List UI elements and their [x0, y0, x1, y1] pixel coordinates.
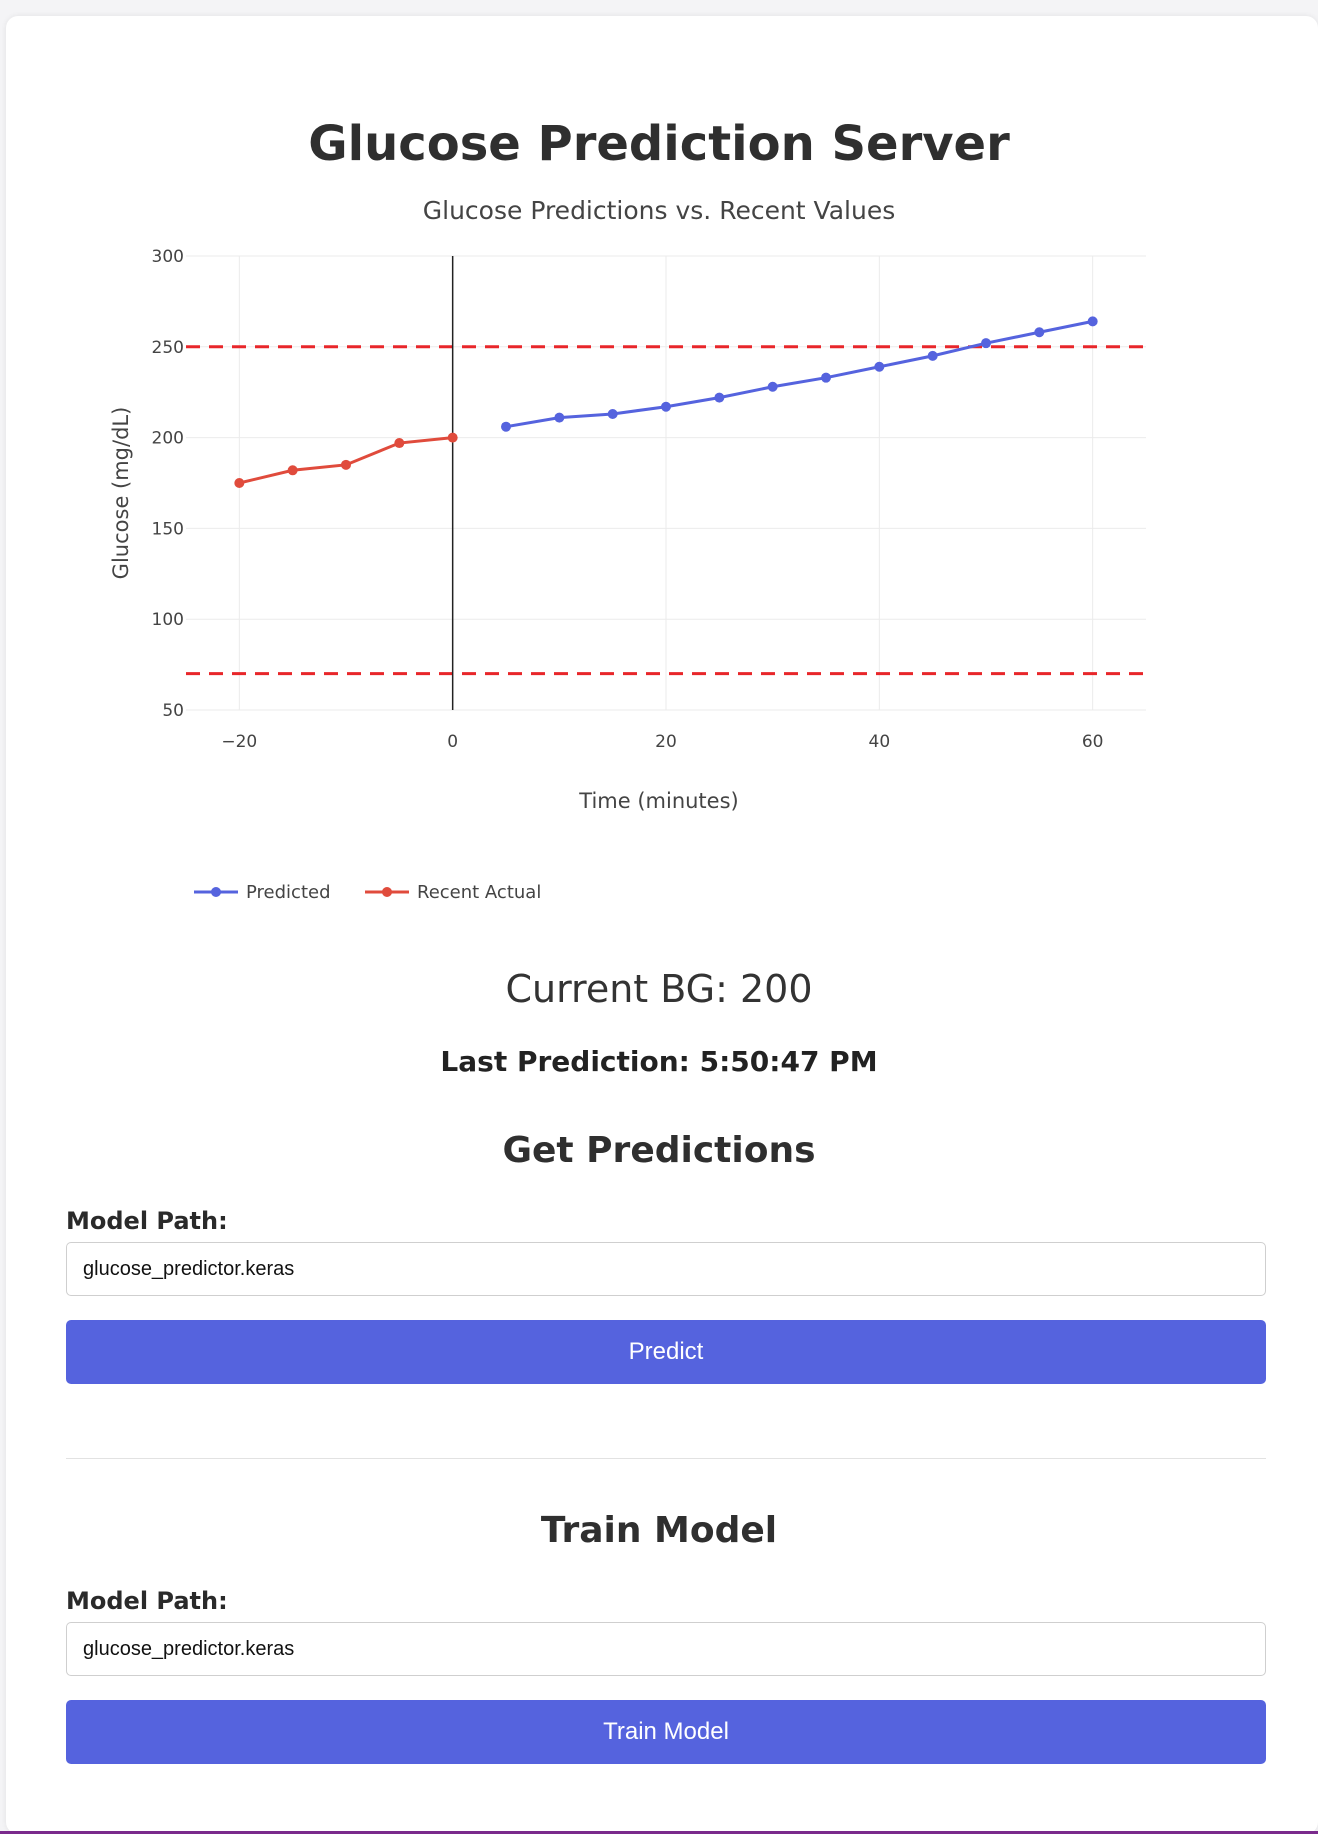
data-point — [447, 432, 458, 443]
data-point — [501, 421, 511, 432]
train-model-path-label: Model Path: — [66, 1587, 228, 1615]
data-point — [874, 361, 885, 372]
get-predictions-heading: Get Predictions — [502, 1130, 816, 1171]
y-tick-label: 100 — [152, 610, 184, 630]
predict-model-path-label: Model Path: — [66, 1207, 228, 1235]
train-model-heading: Train Model — [540, 1510, 778, 1551]
data-point — [1034, 327, 1045, 338]
chart-title: Glucose Predictions vs. Recent Values — [423, 196, 895, 225]
series-line — [505, 319, 1093, 429]
data-point — [607, 408, 618, 419]
y-tick-label: 250 — [152, 338, 184, 358]
glucose-chart: Glucose Predictions vs. Recent Values 50 1… — [109, 196, 1146, 903]
data-point — [341, 459, 351, 470]
y-axis-title: Glucose (mg/dL) — [109, 407, 133, 580]
section-divider — [66, 1458, 1266, 1459]
data-point — [234, 478, 245, 488]
data-point — [927, 350, 938, 361]
legend-label: Predicted — [246, 882, 331, 903]
data-point — [394, 438, 405, 449]
x-tick-label: 40 — [869, 732, 891, 752]
predict-button[interactable]: Predict — [66, 1320, 1266, 1384]
current-bg-readout: Current BG: 200 — [505, 967, 813, 1011]
train-model-path-input[interactable] — [66, 1622, 1266, 1676]
y-tick-label: 300 — [152, 247, 184, 267]
data-point — [1087, 316, 1098, 327]
legend-marker — [382, 887, 392, 897]
x-tick-label: 20 — [655, 732, 677, 752]
data-point — [287, 465, 298, 476]
data-point — [767, 381, 778, 392]
x-tick-label: −20 — [221, 732, 257, 752]
x-tick-label: 0 — [447, 732, 458, 752]
legend-marker — [211, 887, 221, 897]
data-point — [554, 412, 565, 423]
data-point — [714, 392, 725, 403]
y-tick-label: 200 — [152, 429, 184, 449]
data-point — [821, 372, 831, 383]
data-point — [981, 338, 991, 349]
data-point — [661, 401, 671, 412]
x-axis-title: Time (minutes) — [578, 789, 738, 813]
legend-label: Recent Actual — [417, 882, 541, 903]
y-tick-label: 50 — [162, 701, 184, 721]
predict-model-path-input[interactable] — [66, 1242, 1266, 1296]
x-tick-label: 60 — [1082, 732, 1104, 752]
last-prediction-time: Last Prediction: 5:50:47 PM — [440, 1045, 878, 1078]
train-model-button[interactable]: Train Model — [66, 1700, 1266, 1764]
y-tick-label: 150 — [152, 519, 184, 539]
